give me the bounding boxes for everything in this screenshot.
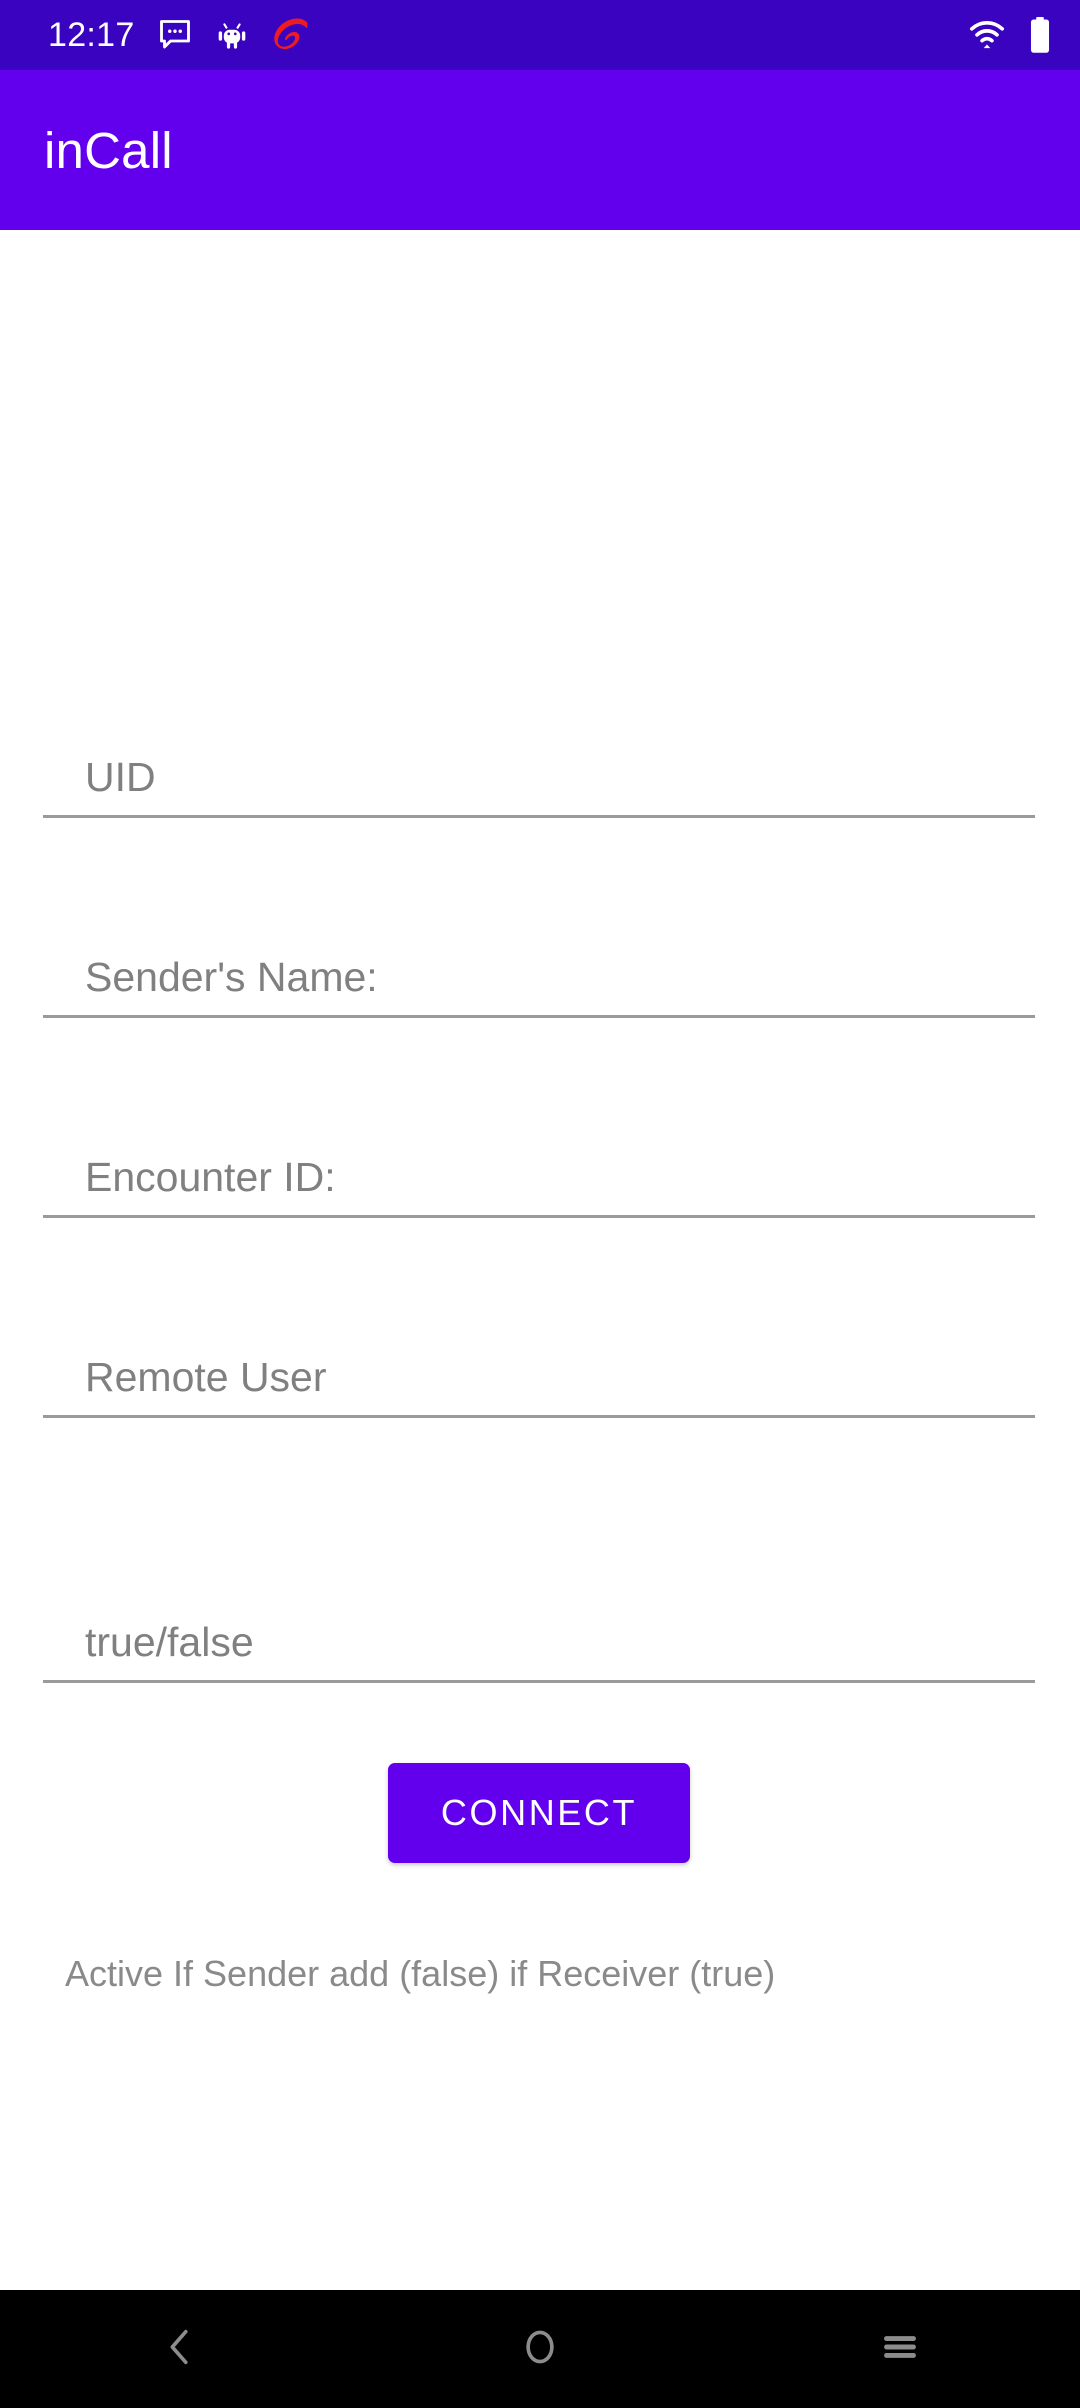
- airtel-logo-icon: [271, 17, 311, 53]
- uid-input-underline: [43, 815, 1035, 818]
- status-bar-left-group: 12:17: [48, 17, 311, 53]
- app-bar: inCall: [0, 70, 1080, 230]
- wifi-icon: [968, 19, 1006, 51]
- recents-icon: [877, 2324, 923, 2375]
- active-flag-helper-text: Active If Sender add (false) if Receiver…: [65, 1953, 776, 1994]
- message-bubble-icon: [157, 17, 193, 53]
- home-icon: [517, 2324, 563, 2375]
- battery-full-icon: [1028, 16, 1052, 54]
- android-bug-icon: [215, 18, 249, 52]
- form-content: UID Sender's Name: Encounter ID: Remote …: [0, 230, 1080, 2280]
- encounter-id-input-placeholder[interactable]: Encounter ID:: [85, 1157, 336, 1198]
- phone-screen: 12:17 inCall UID Sender's Name: Encounte…: [0, 0, 1080, 2408]
- back-icon: [157, 2324, 203, 2375]
- status-bar-right-group: [968, 16, 1052, 54]
- android-navigation-bar: [0, 2290, 1080, 2408]
- active-flag-input-underline: [43, 1680, 1035, 1683]
- back-button[interactable]: [0, 2290, 360, 2408]
- status-bar: 12:17: [0, 0, 1080, 70]
- encounter-id-input-underline: [43, 1215, 1035, 1218]
- page-title: inCall: [44, 121, 173, 179]
- connect-button[interactable]: CONNECT: [388, 1763, 690, 1863]
- uid-input-placeholder[interactable]: UID: [85, 757, 156, 798]
- home-button[interactable]: [360, 2290, 720, 2408]
- remote-user-input-underline: [43, 1415, 1035, 1418]
- sender-name-input-underline: [43, 1015, 1035, 1018]
- active-flag-input-placeholder[interactable]: true/false: [85, 1622, 254, 1663]
- remote-user-input-placeholder[interactable]: Remote User: [85, 1357, 327, 1398]
- sender-name-input-placeholder[interactable]: Sender's Name:: [85, 957, 378, 998]
- status-bar-clock: 12:17: [48, 16, 135, 54]
- recents-button[interactable]: [720, 2290, 1080, 2408]
